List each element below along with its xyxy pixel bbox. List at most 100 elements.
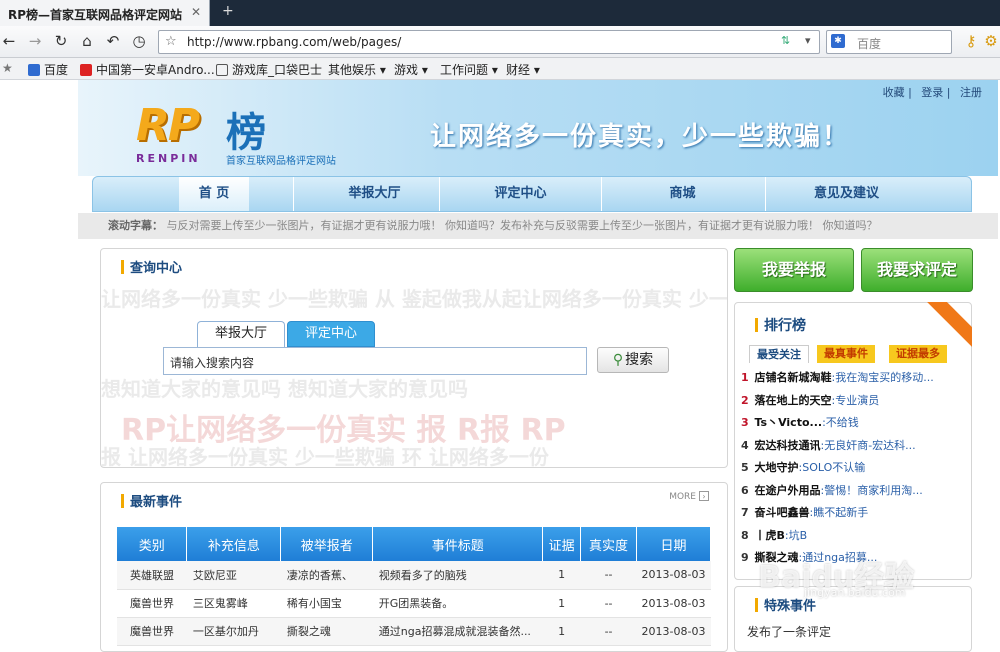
bookmark-label: 中国第一安卓Andro... <box>96 63 215 77</box>
search-icon: ⚲ <box>612 352 624 368</box>
search-button[interactable]: ⚲ 搜索 <box>597 347 669 373</box>
register-link[interactable]: 注册 <box>960 86 982 99</box>
latest-events-panel: 最新事件 MORE › 类别 补充信息 被举报者 事件标题 证据 真实度 日期 英… <box>100 482 728 652</box>
cell-reported[interactable]: 撕裂之魂 <box>280 617 373 646</box>
bookmark-baidu[interactable]: 百度 <box>28 61 68 78</box>
nav-mall[interactable]: 商城 <box>601 177 763 211</box>
home-icon[interactable]: ⌂ <box>78 32 96 50</box>
browser-tab[interactable]: RP榜—首家互联网品格评定网站 ✕ <box>0 0 210 26</box>
list-item[interactable]: 7 奋斗吧鑫兽:瞧不起新手 <box>741 502 967 525</box>
cell-category: 魔兽世界 <box>117 617 187 646</box>
cell-info: 一区基尔加丹 <box>186 617 281 646</box>
logo-subtitle: 首家互联网品格评定网站 <box>226 156 336 167</box>
back-icon[interactable]: ← <box>0 32 18 50</box>
list-item[interactable]: 1 店铺名新城淘鞋:我在淘宝买的移动... <box>741 367 967 390</box>
cell-title[interactable]: 视频看多了的脑残 <box>372 561 543 590</box>
bookmark-folder-entertain[interactable]: 其他娱乐 ▾ <box>328 61 386 78</box>
tab-most-followed[interactable]: 最受关注 <box>749 345 809 363</box>
col-category: 类别 <box>117 527 188 561</box>
tab-most-true[interactable]: 最真事件 <box>817 345 875 363</box>
rank-name: 大地守护 <box>754 461 799 474</box>
cell-date: 2013-08-03 <box>636 561 711 590</box>
search-box[interactable]: ✱ 百度 <box>826 30 952 54</box>
url-dropdown-icon[interactable]: ▾ <box>805 34 811 47</box>
rank-desc: :不给钱 <box>822 416 859 429</box>
logo-renpin: RENPIN <box>136 152 201 165</box>
watermark-url: jingyan.baidu.com <box>804 586 906 599</box>
cell-truth: -- <box>580 617 637 646</box>
undo-icon[interactable]: ↶ <box>104 32 122 50</box>
ranking-panel: 排行榜 最受关注 最真事件 证据最多 1 店铺名新城淘鞋:我在淘宝买的移动...… <box>734 302 972 580</box>
reload-icon[interactable]: ↻ <box>52 32 70 50</box>
tab-rating-center[interactable]: 评定中心 <box>287 321 375 347</box>
history-icon[interactable]: ◷ <box>130 32 148 50</box>
login-link[interactable]: 登录 <box>921 86 943 99</box>
tab-most-evidence[interactable]: 证据最多 <box>889 345 947 363</box>
nav-report-hall[interactable]: 举报大厅 <box>293 177 455 211</box>
logo-rp[interactable]: RP <box>136 100 200 151</box>
bookmark-game-lib[interactable]: 游戏库_口袋巴士 <box>216 61 322 78</box>
cell-reported[interactable]: 凄凉的香蕉、 <box>280 561 373 590</box>
rank-number: 8 <box>741 528 749 542</box>
col-title: 事件标题 <box>372 527 544 561</box>
corner-ribbon <box>926 302 972 348</box>
rank-number: 5 <box>741 461 749 474</box>
rank-number: 9 <box>741 551 749 564</box>
more-link[interactable]: MORE › <box>666 491 709 503</box>
list-item[interactable]: 2 落在地上的天空:专业演员 <box>741 390 967 413</box>
list-item[interactable]: 4 宏达科技通讯:无良奸商-宏达科... <box>741 435 967 458</box>
cell-title[interactable]: 通过nga招募混成就混装备然... <box>372 617 543 646</box>
bookmark-folder-games[interactable]: 游戏 ▾ <box>394 61 428 78</box>
bookmark-android[interactable]: 中国第一安卓Andro... <box>80 61 215 78</box>
main-nav: 首 页 举报大厅 评定中心 商城 意见及建议 <box>92 176 972 212</box>
key-icon[interactable]: ⚷ <box>962 32 980 50</box>
url-text: http://www.rpbang.com/web/pages/ <box>187 35 402 49</box>
request-rating-button[interactable]: 我要求评定 <box>861 248 973 292</box>
cell-reported[interactable]: 稀有小国宝 <box>280 589 373 618</box>
bookmark-folder-work[interactable]: 工作问题 ▾ <box>440 61 498 78</box>
nav-feedback[interactable]: 意见及建议 <box>765 177 927 211</box>
rank-desc: :我在淘宝买的移动... <box>831 371 934 384</box>
cell-date: 2013-08-03 <box>636 589 711 618</box>
close-icon[interactable]: ✕ <box>191 5 201 19</box>
list-item[interactable]: 5 大地守护:SOLO不认输 <box>741 457 967 480</box>
cell-evidence: 1 <box>542 589 581 618</box>
nav-rating-center[interactable]: 评定中心 <box>439 177 601 211</box>
top-links: 收藏 | 登录 | 注册 <box>882 86 982 99</box>
panel-title: 查询中心 <box>121 257 182 276</box>
favorite-link[interactable]: 收藏 <box>883 86 905 99</box>
address-bar[interactable]: ☆ http://www.rpbang.com/web/pages/ ⇅ ▾ <box>158 30 820 54</box>
special-event-text[interactable]: 发布了一条评定 <box>747 623 831 640</box>
search-input[interactable]: 请输入搜索内容 <box>163 347 587 375</box>
new-tab-icon[interactable]: + <box>222 3 234 19</box>
forward-icon[interactable]: → <box>26 32 44 50</box>
list-item[interactable]: 6 在途户外用品:警惕！商家利用淘... <box>741 480 967 503</box>
rank-name: Ts丶Victo... <box>754 416 823 429</box>
table-row[interactable]: 魔兽世界 三区鬼雾峰 稀有小国宝 开G团黑装备。 1 -- 2013-08-03 <box>117 589 711 618</box>
rank-desc: :坑B <box>784 528 808 542</box>
rank-desc: :专业演员 <box>831 393 880 407</box>
table-row[interactable]: 英雄联盟 艾欧尼亚 凄凉的香蕉、 视频看多了的脑残 1 -- 2013-08-0… <box>117 561 711 590</box>
extension-icon[interactable]: ⚙ <box>984 32 998 50</box>
bookmark-label: 百度 <box>44 63 69 77</box>
panel-title: 排行榜 <box>755 315 806 335</box>
cell-title[interactable]: 开G团黑装备。 <box>372 589 543 618</box>
col-info: 补充信息 <box>186 527 282 561</box>
bookmark-star-icon[interactable]: ☆ <box>165 34 177 49</box>
arrow-right-icon: › <box>699 491 709 501</box>
bookmarks-bar: ★ 百度 中国第一安卓Andro... 游戏库_口袋巴士 其他娱乐 ▾ 游戏 ▾… <box>0 58 1000 80</box>
bookmarks-star-icon[interactable]: ★ <box>2 61 13 75</box>
table-row[interactable]: 魔兽世界 一区基尔加丹 撕裂之魂 通过nga招募混成就混装备然... 1 -- … <box>117 617 711 646</box>
background-watermark: 报 让网络多一份真实 少一些欺骗 环 让网络多一份 <box>101 445 549 468</box>
site-slogan: 让网络多一份真实，少一些欺骗！ <box>430 122 851 152</box>
compat-icon[interactable]: ⇅ <box>781 34 790 47</box>
tab-report-hall[interactable]: 举报大厅 <box>197 321 285 347</box>
bookmark-label: 工作问题 <box>440 63 489 77</box>
list-item[interactable]: 8 丨虎B:坑B <box>741 525 967 548</box>
report-button[interactable]: 我要举报 <box>734 248 854 292</box>
nav-home[interactable]: 首 页 <box>179 177 249 211</box>
list-item[interactable]: 3 Ts丶Victo...:不给钱 <box>741 412 967 435</box>
page-icon <box>216 64 228 76</box>
bookmark-label: 财经 <box>506 63 531 77</box>
bookmark-folder-finance[interactable]: 财经 ▾ <box>506 61 540 78</box>
